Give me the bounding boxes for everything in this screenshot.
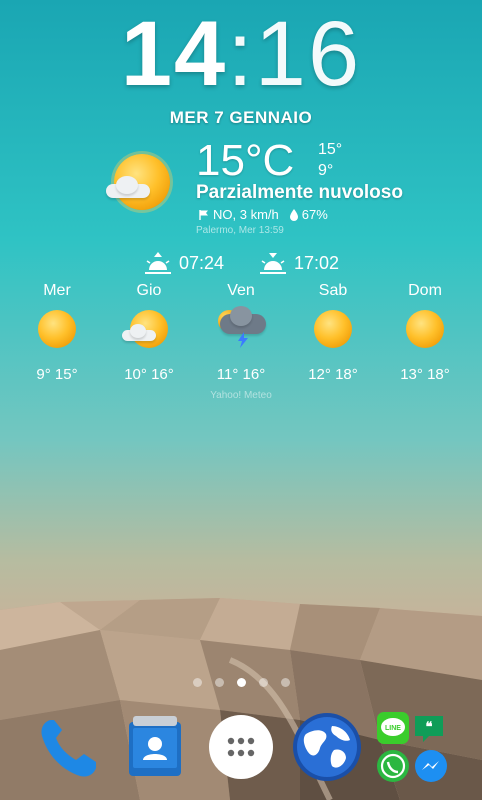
current-temperature: 15°C — [196, 136, 295, 185]
sunny-icon — [314, 310, 352, 348]
sun-times: 07:24 17:02 — [0, 250, 482, 276]
sunrise-time: 07:24 — [178, 252, 224, 273]
high-temp: 15° — [318, 141, 343, 158]
clock-minutes: 16 — [254, 3, 362, 105]
low-temp: 9° — [318, 162, 334, 179]
partly-cloudy-icon[interactable] — [106, 152, 176, 216]
forecast-row[interactable]: Mer 9° 15° Gio 10° 16° Ven 11° 16° Sab 1… — [0, 282, 482, 392]
sunset-time: 17:02 — [294, 252, 340, 273]
forecast-day[interactable]: Sab 12° 18° — [293, 282, 373, 383]
sunny-icon — [38, 310, 76, 348]
forecast-range: 11° 16° — [216, 366, 266, 383]
page-dot[interactable] — [192, 678, 202, 687]
forecast-day[interactable]: Gio 10° 16° — [109, 282, 189, 383]
date-label: MER 7 GENNAIO — [169, 108, 313, 127]
forecast-day[interactable]: Mer 9° 15° — [17, 282, 97, 383]
clock-hours: 14 — [120, 3, 228, 105]
page-indicator[interactable] — [0, 678, 482, 687]
forecast-range: 9° 15° — [36, 366, 78, 383]
wind-value: NO, 3 km/h — [213, 207, 279, 222]
contacts-icon[interactable] — [125, 714, 185, 785]
browser-icon[interactable] — [292, 712, 362, 787]
humidity-value: 67% — [301, 207, 328, 222]
phone-icon[interactable] — [34, 714, 102, 787]
page-dot[interactable] — [280, 678, 290, 687]
forecast-day-name: Mer — [43, 282, 71, 299]
lightning-icon — [238, 332, 248, 348]
humidity-info: 67% — [289, 207, 328, 222]
forecast-day-name: Ven — [227, 282, 255, 299]
svg-text:❝: ❝ — [426, 719, 433, 734]
page-dot[interactable] — [214, 678, 224, 687]
weather-condition: Parzialmente nuvoloso — [196, 182, 403, 203]
forecast-day-name: Sab — [318, 282, 348, 299]
thunderstorm-icon — [218, 306, 266, 348]
forecast-day[interactable]: Dom 13° 18° — [385, 282, 465, 383]
sunrise: 07:24 — [143, 250, 224, 276]
page-dot[interactable] — [258, 678, 268, 687]
sunset: 17:02 — [258, 250, 339, 276]
forecast-range: 13° 18° — [400, 366, 450, 383]
weather-details: NO, 3 km/h 67% — [198, 207, 328, 222]
weather-provider: Yahoo! Meteo — [210, 390, 272, 401]
messaging-folder-icon[interactable]: LINE ❝ — [373, 712, 451, 786]
forecast-range: 10° 16° — [124, 366, 174, 383]
location-time: Palermo, Mer 13:59 — [196, 225, 284, 236]
page-dot-active[interactable] — [236, 678, 246, 687]
high-low-temperature: 15° 9° — [318, 139, 342, 181]
clock-separator: : — [227, 3, 255, 105]
forecast-day-name: Dom — [408, 282, 442, 299]
clock-widget[interactable]: 14:16 — [0, 4, 482, 104]
forecast-day[interactable]: Ven 11° 16° — [201, 282, 281, 383]
dock: LINE ❝ — [0, 712, 482, 792]
water-drop-icon — [289, 208, 298, 221]
line-app-label: LINE — [385, 725, 401, 732]
sunrise-icon — [144, 252, 171, 274]
sunset-icon — [260, 253, 286, 274]
sunny-icon — [406, 310, 444, 348]
wind-info: NO, 3 km/h — [198, 207, 279, 222]
wind-flag-icon — [199, 209, 208, 220]
forecast-range: 12° 18° — [308, 366, 358, 383]
partly-cloudy-icon — [122, 310, 168, 348]
app-drawer-icon[interactable] — [208, 714, 274, 785]
forecast-day-name: Gio — [136, 282, 162, 299]
